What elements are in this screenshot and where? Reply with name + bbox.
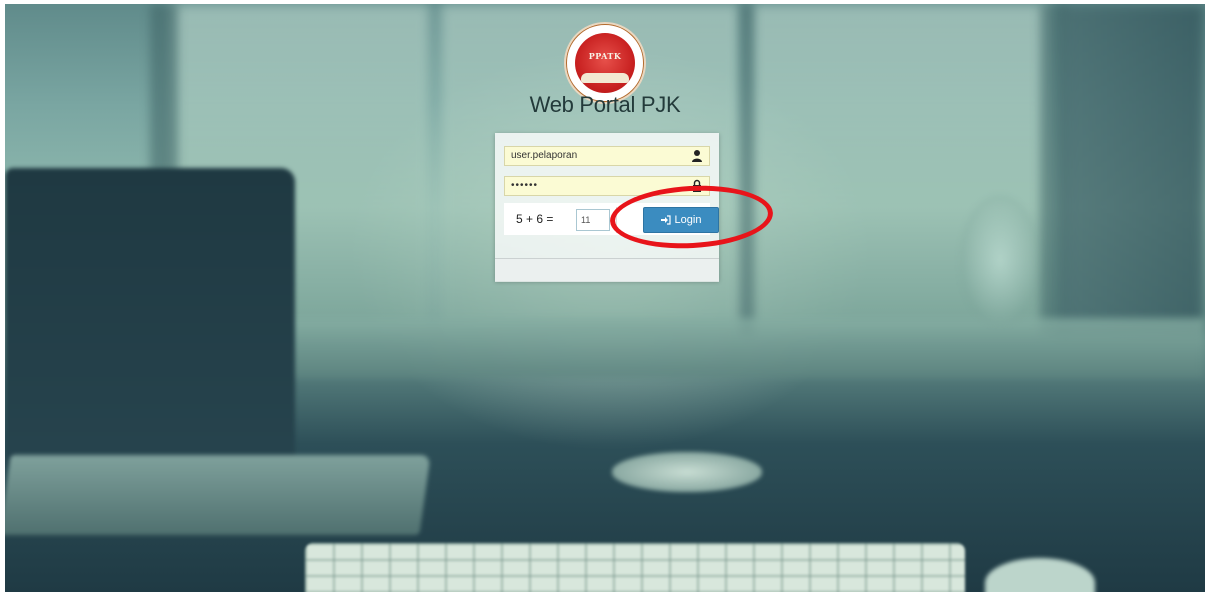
background-laptop-screen xyxy=(5,168,295,468)
captcha-answer-input[interactable]: 11 xyxy=(576,209,610,231)
background-mouse xyxy=(985,558,1095,592)
password-value: •••••• xyxy=(511,180,539,191)
captcha-question: 5 + 6 = xyxy=(516,212,554,226)
background-post xyxy=(740,4,754,334)
username-field[interactable]: user.pelaporan xyxy=(504,146,710,166)
background-cup xyxy=(612,452,762,492)
login-panel-footer xyxy=(495,258,719,282)
background-keyboard xyxy=(305,543,965,592)
username-value: user.pelaporan xyxy=(511,150,578,161)
logo-text: PPATK xyxy=(588,51,622,61)
frame-border-left xyxy=(0,0,5,592)
background-wall xyxy=(1060,4,1205,334)
login-page: PPATK Web Portal PJK user.pelaporan ••••… xyxy=(0,0,1209,592)
user-icon xyxy=(692,150,702,162)
background-laptop-base xyxy=(0,455,431,535)
logo-ring xyxy=(566,24,644,102)
background-glass xyxy=(960,195,1040,325)
frame-border-right xyxy=(1205,0,1209,592)
page-title: Web Portal PJK xyxy=(529,92,681,117)
frame-border-top xyxy=(0,0,1209,4)
